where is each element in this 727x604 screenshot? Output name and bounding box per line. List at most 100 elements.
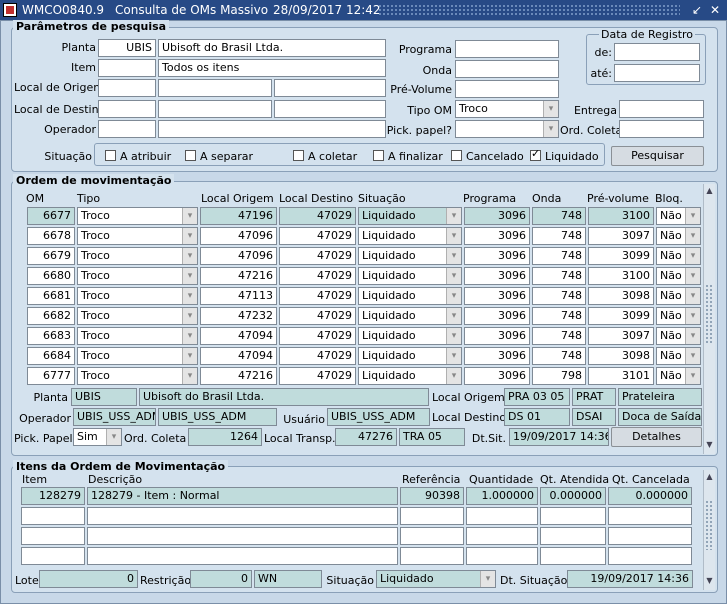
origem-cell[interactable]: 47096 (200, 227, 277, 245)
bloq-cell[interactable]: Não (656, 267, 701, 285)
programa-cell[interactable]: 3096 (464, 227, 530, 245)
close-icon[interactable]: ✕ (707, 2, 723, 18)
bloq-cell[interactable]: Não (656, 367, 701, 385)
origem-cell[interactable]: 47113 (200, 287, 277, 305)
ord-coleta-field[interactable] (619, 120, 704, 138)
restore-icon[interactable]: ↙ (689, 2, 705, 18)
item-cell[interactable] (21, 507, 85, 525)
onda-cell[interactable]: 748 (532, 307, 586, 325)
a-atribuir-checkbox[interactable] (105, 150, 116, 161)
pre-volume-cell[interactable]: 3099 (588, 307, 654, 325)
om-cell[interactable]: 6677 (27, 207, 75, 225)
cancelado-checkbox[interactable] (451, 150, 462, 161)
liquidado-checkbox[interactable] (530, 147, 541, 161)
scroll-down-icon[interactable]: ▼ (705, 576, 714, 586)
descricao-cell[interactable] (87, 547, 398, 565)
scroll-up-icon[interactable]: ▲ (705, 472, 714, 482)
pre-volume-cell[interactable]: 3099 (588, 247, 654, 265)
local-origem-name-field[interactable] (158, 79, 272, 97)
planta-code-field[interactable]: UBIS (98, 39, 156, 57)
situacao-cell[interactable]: Liquidado (358, 247, 462, 265)
om-cell[interactable]: 6680 (27, 267, 75, 285)
orders-scrollbar[interactable]: ▲ ▼ (703, 184, 715, 454)
situacao-cell[interactable]: Liquidado (358, 207, 462, 225)
det-pick-papel-select[interactable]: Sim (73, 428, 122, 446)
pick-papel-select[interactable] (455, 120, 559, 138)
onda-cell[interactable]: 748 (532, 247, 586, 265)
situacao-cell[interactable]: Liquidado (358, 327, 462, 345)
origem-cell[interactable]: 47094 (200, 347, 277, 365)
pre-volume-field[interactable] (455, 80, 559, 98)
destino-cell[interactable]: 47029 (279, 287, 356, 305)
situacao-cell[interactable]: Liquidado (358, 347, 462, 365)
local-origem-code-field[interactable] (98, 79, 156, 97)
items-scrollbar[interactable]: ▲ ▼ (703, 470, 715, 590)
quantidade-cell[interactable] (466, 527, 538, 545)
programa-cell[interactable]: 3096 (464, 247, 530, 265)
quantidade-cell[interactable] (466, 547, 538, 565)
programa-cell[interactable]: 3096 (464, 347, 530, 365)
referencia-cell[interactable] (400, 507, 464, 525)
descricao-cell[interactable] (87, 527, 398, 545)
situacao-cell[interactable]: Liquidado (358, 307, 462, 325)
tipo-cell[interactable]: Troco (77, 327, 198, 345)
scroll-up-icon[interactable]: ▲ (705, 186, 714, 196)
origem-cell[interactable]: 47096 (200, 247, 277, 265)
pre-volume-cell[interactable]: 3098 (588, 347, 654, 365)
programa-cell[interactable]: 3096 (464, 367, 530, 385)
onda-cell[interactable]: 748 (532, 207, 586, 225)
pre-volume-cell[interactable]: 3101 (588, 367, 654, 385)
pre-volume-cell[interactable]: 3097 (588, 327, 654, 345)
programa-cell[interactable]: 3096 (464, 287, 530, 305)
pre-volume-cell[interactable]: 3100 (588, 207, 654, 225)
local-origem-desc-field[interactable] (274, 79, 386, 97)
item-name-field[interactable]: Todos os itens (158, 59, 386, 77)
item-cell[interactable] (21, 527, 85, 545)
pre-volume-cell[interactable]: 3098 (588, 287, 654, 305)
situacao-cell[interactable]: Liquidado (358, 227, 462, 245)
referencia-cell[interactable]: 90398 (400, 487, 464, 505)
destino-cell[interactable]: 47029 (279, 227, 356, 245)
origem-cell[interactable]: 47216 (200, 267, 277, 285)
tipo-cell[interactable]: Troco (77, 347, 198, 365)
referencia-cell[interactable] (400, 547, 464, 565)
programa-cell[interactable]: 3096 (464, 307, 530, 325)
descricao-cell[interactable] (87, 507, 398, 525)
qt-cancelada-cell[interactable] (608, 527, 692, 545)
onda-cell[interactable]: 748 (532, 267, 586, 285)
om-cell[interactable]: 6684 (27, 347, 75, 365)
local-destino-name-field[interactable] (158, 100, 272, 118)
destino-cell[interactable]: 47029 (279, 207, 356, 225)
tipo-cell[interactable]: Troco (77, 367, 198, 385)
onda-cell[interactable]: 748 (532, 227, 586, 245)
qt-atendida-cell[interactable]: 0.000000 (540, 487, 606, 505)
pesquisar-button[interactable]: Pesquisar (611, 146, 704, 166)
destino-cell[interactable]: 47029 (279, 267, 356, 285)
om-cell[interactable]: 6679 (27, 247, 75, 265)
planta-name-field[interactable]: Ubisoft do Brasil Ltda. (158, 39, 386, 57)
tipo-om-select[interactable]: Troco (455, 100, 559, 118)
programa-cell[interactable]: 3096 (464, 207, 530, 225)
om-cell[interactable]: 6681 (27, 287, 75, 305)
quantidade-cell[interactable]: 1.000000 (466, 487, 538, 505)
situacao-cell[interactable]: Liquidado (358, 367, 462, 385)
destino-cell[interactable]: 47029 (279, 367, 356, 385)
app-icon[interactable] (3, 3, 17, 17)
programa-field[interactable] (455, 40, 559, 58)
qt-cancelada-cell[interactable] (608, 547, 692, 565)
local-destino-code-field[interactable] (98, 100, 156, 118)
local-destino-desc-field[interactable] (274, 100, 386, 118)
tipo-cell[interactable]: Troco (77, 307, 198, 325)
item-code-field[interactable] (98, 59, 156, 77)
destino-cell[interactable]: 47029 (279, 347, 356, 365)
situacao-cell[interactable]: Liquidado (358, 267, 462, 285)
a-finalizar-checkbox[interactable] (373, 150, 384, 161)
origem-cell[interactable]: 47216 (200, 367, 277, 385)
pre-volume-cell[interactable]: 3097 (588, 227, 654, 245)
bloq-cell[interactable]: Não (656, 307, 701, 325)
entrega-field[interactable] (619, 100, 704, 118)
qt-atendida-cell[interactable] (540, 547, 606, 565)
scroll-down-icon[interactable]: ▼ (705, 440, 714, 450)
scroll-thumb[interactable] (705, 500, 714, 550)
origem-cell[interactable]: 47094 (200, 327, 277, 345)
